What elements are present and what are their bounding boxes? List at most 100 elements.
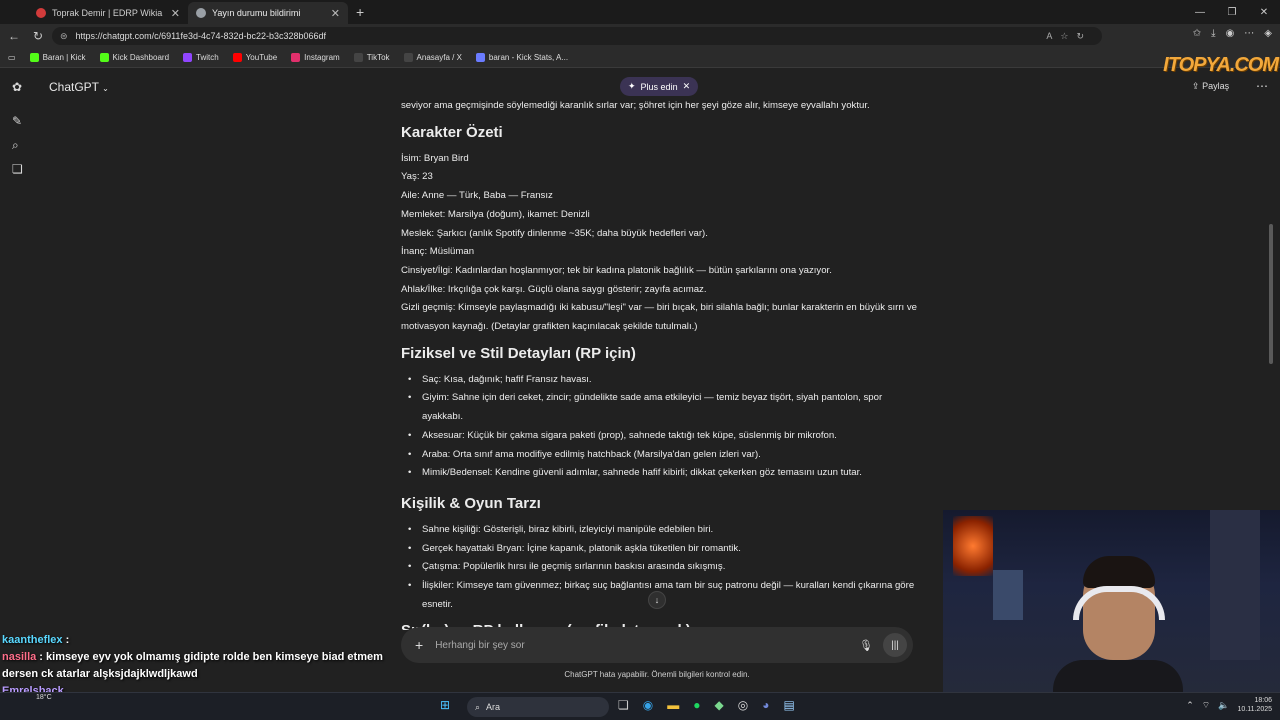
summary-line: Yaş: 23 bbox=[401, 171, 433, 183]
search-label: Ara bbox=[486, 702, 501, 712]
summary-line: İnanç: Müslüman bbox=[401, 246, 475, 258]
app-title: ChatGPT bbox=[49, 80, 99, 94]
file-explorer-icon[interactable]: ▬ bbox=[667, 698, 679, 712]
chatgpt-sidebar: ✿ ✎ ⌕ ❏ bbox=[0, 68, 40, 692]
close-icon[interactable]: ✕ bbox=[683, 81, 691, 92]
edge-icon[interactable]: ◉ bbox=[643, 698, 653, 712]
library-icon[interactable]: ❏ bbox=[12, 162, 23, 176]
share-label: Paylaş bbox=[1202, 81, 1230, 91]
microphone-icon[interactable]: 🎙 bbox=[859, 639, 873, 652]
sparkle-icon: ✦ bbox=[628, 81, 636, 91]
bookmark-label: Instagram bbox=[304, 53, 340, 62]
bookmark-label: Baran | Kick bbox=[42, 53, 86, 62]
assistant-message: seviyor ama geçmişinde söylemediği karan… bbox=[401, 96, 921, 630]
url-field[interactable]: ⊜ https://chatgpt.com/c/6911fe3d-4c74-83… bbox=[52, 27, 1102, 45]
clock[interactable]: 18:06 10.11.2025 bbox=[1237, 696, 1272, 714]
bookmark-instagram[interactable]: Instagram bbox=[291, 53, 340, 62]
page-scrollbar[interactable] bbox=[1269, 224, 1273, 364]
neon-lamp bbox=[953, 516, 993, 576]
site-info-icon[interactable]: ⊜ bbox=[60, 31, 68, 42]
close-tab-icon[interactable]: ✕ bbox=[331, 7, 340, 20]
chevron-up-icon[interactable]: ⌃ bbox=[1186, 700, 1194, 711]
profile-avatar[interactable]: ◉ bbox=[1226, 28, 1235, 39]
chat-message: kaantheflex : bbox=[2, 634, 70, 646]
tab-chatgpt[interactable]: Yayın durumu bildirimi ✕ bbox=[188, 2, 348, 24]
window-controls: — ❐ ✕ bbox=[1184, 0, 1280, 24]
search-icon[interactable]: ⌕ bbox=[12, 138, 19, 153]
mini-fridge bbox=[993, 570, 1023, 620]
tab-edrp-wikia[interactable]: Toprak Demir | EDRP Wikia | Fand ✕ bbox=[28, 2, 188, 24]
list-item: Aksesuar: Küçük bir çakma sigara paketi … bbox=[408, 427, 921, 446]
close-window-icon[interactable]: ✕ bbox=[1248, 0, 1280, 24]
voice-mode-button[interactable]: ||| bbox=[883, 633, 907, 657]
start-button[interactable]: ⊞ bbox=[440, 698, 450, 712]
kick-icon bbox=[29, 53, 39, 62]
favorites-icon[interactable]: ✩ bbox=[1193, 28, 1201, 39]
bookmark-twitch[interactable]: Twitch bbox=[183, 53, 219, 62]
back-icon[interactable]: ← bbox=[2, 29, 26, 43]
new-chat-icon[interactable]: ✎ bbox=[12, 114, 22, 128]
message-text: seviyor ama geçmişinde söylemediği karan… bbox=[401, 100, 870, 111]
bookmark-kick-stats[interactable]: baran - Kick Stats, A... bbox=[475, 53, 569, 62]
summary-line: Gizli geçmiş: Kimseyle paylaşmadığı iki … bbox=[401, 302, 918, 333]
download-icon[interactable]: ⤓ bbox=[1211, 28, 1215, 39]
list-item: Mimik/Bedensel: Kendine güvenli adımlar,… bbox=[408, 464, 921, 483]
more-options-icon[interactable]: ⋯ bbox=[1256, 79, 1268, 93]
tab-title: Yayın durumu bildirimi bbox=[212, 8, 301, 18]
close-tab-icon[interactable]: ✕ bbox=[171, 7, 180, 20]
fandom-icon bbox=[36, 8, 46, 18]
chat-user: kaantheflex bbox=[2, 634, 63, 646]
task-view-icon[interactable]: ❏ bbox=[618, 698, 629, 712]
streamer-hair bbox=[1083, 556, 1155, 588]
list-item: Gerçek hayattaki Bryan: İçine kapanık, p… bbox=[408, 540, 921, 559]
chat-message: nasilla : kimseye eyv yok olmamış gidipt… bbox=[2, 651, 383, 680]
volume-icon[interactable]: 🔈 bbox=[1218, 700, 1229, 711]
add-attachment-icon[interactable]: + bbox=[415, 637, 423, 653]
weather-widget[interactable]: 18°C bbox=[36, 694, 52, 701]
address-actions[interactable]: A☆↻ bbox=[1046, 31, 1092, 42]
taskbar-search[interactable]: ⌕ Ara bbox=[467, 697, 609, 717]
app-icon[interactable]: ◆ bbox=[715, 698, 724, 712]
list-item: İlişkiler: Kimseye tam güvenmez; birkaç … bbox=[408, 577, 921, 614]
summary-line: Cinsiyet/İlgi: Kadınlardan hoşlanmıyor; … bbox=[401, 264, 832, 276]
new-tab-button[interactable]: + bbox=[356, 4, 364, 20]
clock-time: 18:06 bbox=[1254, 697, 1272, 704]
list-item: Çatışma: Popülerlik hırsı ile geçmiş sır… bbox=[408, 558, 921, 577]
bookmark-tiktok[interactable]: TikTok bbox=[353, 53, 390, 62]
openai-logo-icon[interactable]: ✿ bbox=[12, 80, 22, 94]
summary-line: Ahlak/İlke: Irkçılığa çok karşı. Güçlü o… bbox=[401, 283, 707, 295]
minimize-icon[interactable]: — bbox=[1184, 0, 1216, 24]
bookmarks-menu-icon[interactable]: ▭ bbox=[8, 53, 16, 62]
share-button[interactable]: ⇪ Paylaş bbox=[1192, 81, 1229, 92]
character-summary: İsim: Bryan Bird Yaş: 23 Aile: Anne — Tü… bbox=[401, 150, 921, 337]
refresh-icon[interactable]: ↻ bbox=[26, 29, 50, 43]
bookmark-baran-kick[interactable]: Baran | Kick bbox=[29, 53, 86, 62]
chevron-down-icon: ⌄ bbox=[102, 84, 109, 93]
scroll-down-button[interactable]: ↓ bbox=[648, 591, 666, 609]
bookmark-x[interactable]: Anasayfa / X bbox=[403, 53, 462, 62]
x-icon bbox=[403, 53, 413, 62]
section-heading: Fiziksel ve Stil Detayları (RP için) bbox=[401, 344, 636, 362]
model-selector[interactable]: ChatGPT ⌄ bbox=[49, 80, 109, 94]
message-input[interactable]: Herhangi bir şey sor bbox=[435, 640, 524, 651]
bookmark-youtube[interactable]: YouTube bbox=[232, 53, 277, 62]
maximize-icon[interactable]: ❐ bbox=[1216, 0, 1248, 24]
plus-upgrade-button[interactable]: ✦ Plus edin ✕ bbox=[620, 77, 699, 96]
summary-line: Aile: Anne — Türk, Baba — Fransız bbox=[401, 190, 553, 202]
instagram-icon bbox=[291, 53, 301, 62]
message-composer[interactable]: + Herhangi bir şey sor 🎙 ||| bbox=[401, 627, 913, 663]
bookmark-label: baran - Kick Stats, A... bbox=[488, 53, 569, 62]
bookmark-label: TikTok bbox=[366, 53, 390, 62]
bookmark-kick-dashboard[interactable]: Kick Dashboard bbox=[99, 53, 169, 62]
chrome-icon[interactable]: ◎ bbox=[738, 698, 748, 712]
url-text: https://chatgpt.com/c/6911fe3d-4c74-832d… bbox=[75, 31, 327, 41]
menu-icon[interactable]: ⋯ bbox=[1244, 28, 1254, 39]
network-icon[interactable]: ⌔ bbox=[1202, 700, 1210, 711]
summary-line: İsim: Bryan Bird bbox=[401, 152, 469, 164]
discord-icon[interactable]: ◕ bbox=[762, 698, 769, 712]
notepad-icon[interactable]: ▤ bbox=[783, 698, 794, 712]
spotify-icon[interactable]: ● bbox=[693, 698, 700, 712]
list-item: Saç: Kısa, dağınık; hafif Fransız havası… bbox=[408, 371, 921, 390]
copilot-icon[interactable]: ◈ bbox=[1264, 28, 1272, 39]
twitch-icon bbox=[183, 53, 193, 62]
